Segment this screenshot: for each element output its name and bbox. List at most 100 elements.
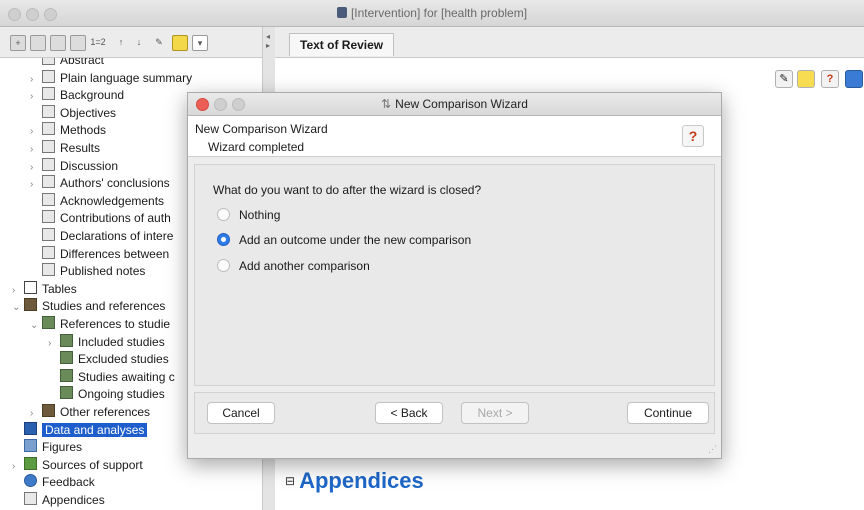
tree-item[interactable]: › Sources of support xyxy=(12,456,143,475)
tree-item[interactable]: › Discussion xyxy=(30,157,119,176)
tree-item[interactable]: › Background xyxy=(30,87,124,104)
option-add-outcome[interactable]: Add an outcome under the new comparison xyxy=(217,231,471,249)
doc-icon xyxy=(42,245,55,259)
collapse-left-icon[interactable]: ◂ xyxy=(266,32,270,41)
doc-icon xyxy=(42,210,55,224)
tree-item[interactable]: Objectives xyxy=(30,104,116,122)
doc-icon xyxy=(42,175,55,189)
tree-item-label: Tables xyxy=(42,281,77,296)
pencil-icon[interactable]: ✎ xyxy=(152,35,166,49)
tree-item[interactable]: › Results xyxy=(30,140,100,157)
option-nothing[interactable]: Nothing xyxy=(217,206,280,224)
note-icon[interactable] xyxy=(797,70,815,88)
tree-item-label: Sources of support xyxy=(42,457,143,472)
chevron-down-icon[interactable]: ⌄ xyxy=(12,299,24,316)
document-icon xyxy=(336,7,347,18)
tree-item[interactable]: Appendices xyxy=(12,492,105,509)
copy-icon[interactable] xyxy=(50,35,66,51)
tree-item[interactable]: Acknowledgements xyxy=(30,192,164,210)
info-icon[interactable] xyxy=(845,70,863,88)
tree-item[interactable]: Differences between xyxy=(30,245,169,263)
help-icon[interactable]: ? xyxy=(821,70,839,88)
chevron-right-icon[interactable]: › xyxy=(12,282,24,299)
doc-icon xyxy=(42,104,55,118)
chevron-right-icon[interactable]: › xyxy=(30,405,42,422)
radio-nothing[interactable] xyxy=(217,208,230,221)
tree-item[interactable]: Feedback xyxy=(12,474,95,491)
radio-add-outcome[interactable] xyxy=(217,233,230,246)
help-button[interactable]: ? xyxy=(682,125,704,147)
tree-item-label: Discussion xyxy=(60,158,119,173)
radio-add-comparison[interactable] xyxy=(217,259,230,272)
tree-item[interactable]: › Included studies xyxy=(48,333,165,352)
tree-item[interactable]: Abstract xyxy=(30,58,104,69)
tree-item[interactable]: ⌄ References to studie xyxy=(30,316,170,333)
tree-item-label: Authors' conclusions xyxy=(60,176,170,191)
note-icon[interactable] xyxy=(172,35,188,51)
tree-item[interactable]: Declarations of intere xyxy=(30,228,173,245)
dropdown-icon[interactable]: ▾ xyxy=(192,35,208,51)
move-down-icon[interactable]: ↓ xyxy=(132,35,146,49)
tree-item-label: Results xyxy=(60,141,101,155)
doc-icon xyxy=(42,87,55,101)
chevron-right-icon[interactable]: › xyxy=(30,123,42,140)
option-add-outcome-label: Add an outcome under the new comparison xyxy=(239,233,472,247)
tree-item[interactable]: › Plain language summary xyxy=(30,69,192,88)
chevron-right-icon[interactable]: › xyxy=(48,335,60,352)
tree-item[interactable]: Studies awaiting c xyxy=(48,368,175,386)
tree-item-label: Declarations of intere xyxy=(60,229,174,243)
add-item-icon[interactable]: + xyxy=(10,35,26,51)
continue-button[interactable]: Continue xyxy=(627,402,709,424)
tree-item-label: Published notes xyxy=(60,264,146,279)
tree-item-label: Feedback xyxy=(42,475,95,490)
chevron-right-icon[interactable]: › xyxy=(12,458,24,475)
section-heading: ⊟ Appendices xyxy=(285,468,424,494)
tree-toolbar: + 1=2 ↑ ↓ ✎ ▾ xyxy=(0,27,262,58)
section-heading-text: Appendices xyxy=(299,468,424,493)
collapse-section-icon[interactable]: ⊟ xyxy=(285,474,295,488)
chevron-right-icon[interactable]: › xyxy=(30,176,42,193)
chevron-right-icon[interactable]: › xyxy=(30,141,42,158)
tree-item-label: References to studie xyxy=(60,317,171,331)
wizard-footer: Cancel < Back Next > Continue xyxy=(194,392,715,434)
page-icon[interactable] xyxy=(30,35,46,51)
fig-icon xyxy=(24,439,37,453)
tree-item[interactable]: Figures xyxy=(12,439,82,456)
doc-icon xyxy=(42,228,55,241)
resize-grip-icon[interactable]: ⋰ xyxy=(708,444,718,454)
tree-item[interactable]: Published notes xyxy=(30,263,145,280)
cancel-button[interactable]: Cancel xyxy=(207,402,275,424)
tree-item[interactable]: Data and analyses xyxy=(12,421,148,439)
chevron-down-icon[interactable]: ⌄ xyxy=(30,317,42,334)
tree-item-label: Abstract xyxy=(60,58,105,67)
tab-text-of-review[interactable]: Text of Review xyxy=(289,33,395,56)
edit-icon[interactable]: ✎ xyxy=(775,70,793,88)
chevron-right-icon[interactable]: › xyxy=(30,88,42,105)
tree-item[interactable]: › Methods xyxy=(30,122,106,139)
tree-item[interactable]: › Tables xyxy=(12,280,77,299)
option-add-comparison[interactable]: Add another comparison xyxy=(217,257,370,275)
collapse-right-icon[interactable]: ▸ xyxy=(266,41,270,50)
new-comparison-wizard-dialog: ⇅ New Comparison Wizard New Comparison Wi… xyxy=(187,92,722,459)
tree-item[interactable]: Contributions of auth xyxy=(30,210,171,227)
tree-item[interactable]: ⌄ Studies and references xyxy=(12,298,165,315)
table-icon xyxy=(24,280,37,294)
tree-item-label: Contributions of auth xyxy=(60,211,171,226)
img-icon xyxy=(60,386,73,400)
tree-item[interactable]: › Authors' conclusions xyxy=(30,175,170,192)
back-button[interactable]: < Back xyxy=(375,402,443,424)
chevron-right-icon[interactable]: › xyxy=(30,71,42,88)
img-icon xyxy=(42,316,55,329)
doc-icon xyxy=(42,122,55,136)
tree-item-label: Included studies xyxy=(78,334,165,349)
renumber-icon[interactable]: 1=2 xyxy=(90,35,106,49)
tree-item-label: Ongoing studies xyxy=(78,387,165,402)
chevron-right-icon[interactable]: › xyxy=(30,159,42,176)
move-up-icon[interactable]: ↑ xyxy=(114,35,128,49)
tree-item[interactable]: › Other references xyxy=(30,404,150,421)
tree-item[interactable]: Excluded studies xyxy=(48,351,169,368)
delete-icon[interactable] xyxy=(70,35,86,51)
tree-item[interactable]: Ongoing studies xyxy=(48,386,165,403)
dialog-titlebar: ⇅ New Comparison Wizard xyxy=(188,93,721,116)
wizard-header-title: New Comparison Wizard xyxy=(195,122,328,136)
